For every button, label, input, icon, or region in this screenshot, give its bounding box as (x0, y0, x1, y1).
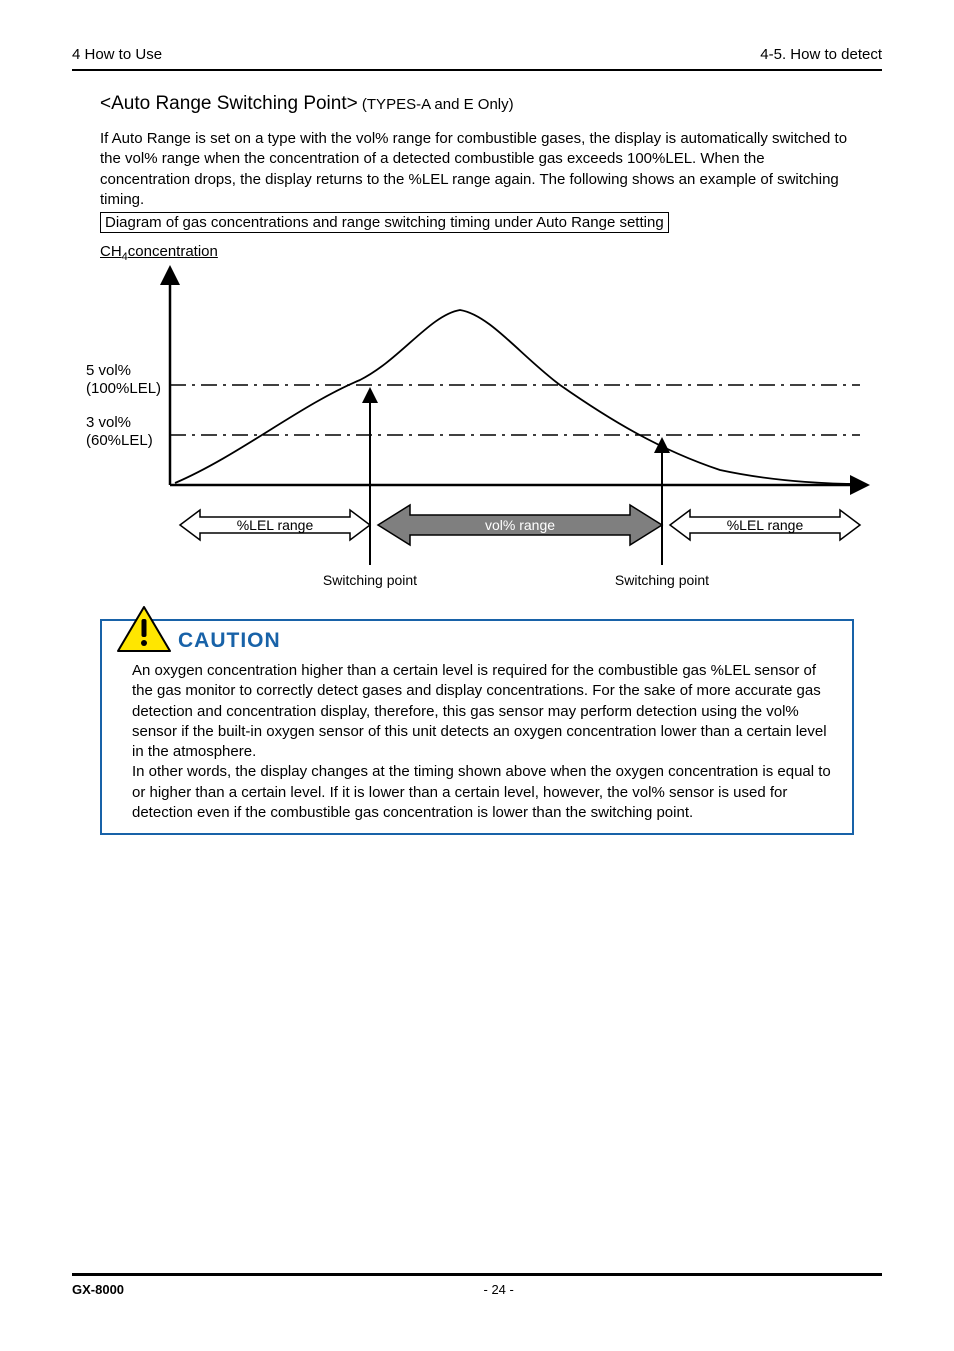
ytick2b: (60%LEL) (86, 432, 153, 449)
switching-point-right: Switching point (615, 572, 709, 588)
footer-rule (72, 1273, 882, 1276)
ytick1a: 5 vol% (86, 362, 131, 379)
range-switching-diagram: 5 vol% (100%LEL) 3 vol% (60%LEL) %LEL ra… (80, 265, 874, 619)
caution-title: CAUTION (178, 629, 281, 653)
section-title-main: <Auto Range Switching Point> (100, 93, 358, 114)
range-right-label: %LEL range (727, 517, 804, 533)
range-mid-label: vol% range (485, 517, 555, 533)
footer-page: - 24 - (484, 1282, 514, 1297)
y-axis-label: CH4concentration (100, 243, 874, 263)
caution-body: An oxygen concentration higher than a ce… (132, 661, 838, 823)
range-left-label: %LEL range (237, 517, 314, 533)
header-right: 4-5. How to detect (760, 46, 882, 63)
header-left: 4 How to Use (72, 46, 162, 63)
ytick2a: 3 vol% (86, 414, 131, 431)
caution-box: CAUTION An oxygen concentration higher t… (100, 619, 854, 835)
switching-point-left: Switching point (323, 572, 417, 588)
diagram-caption: Diagram of gas concentrations and range … (100, 212, 669, 233)
section-title-sub: (TYPES-A and E Only) (358, 96, 514, 113)
intro-paragraph: If Auto Range is set on a type with the … (100, 129, 854, 210)
caution-icon (116, 605, 172, 653)
ytick1b: (100%LEL) (86, 380, 161, 397)
section-title: <Auto Range Switching Point> (TYPES-A an… (100, 93, 854, 115)
footer-model: GX-8000 (72, 1282, 124, 1297)
